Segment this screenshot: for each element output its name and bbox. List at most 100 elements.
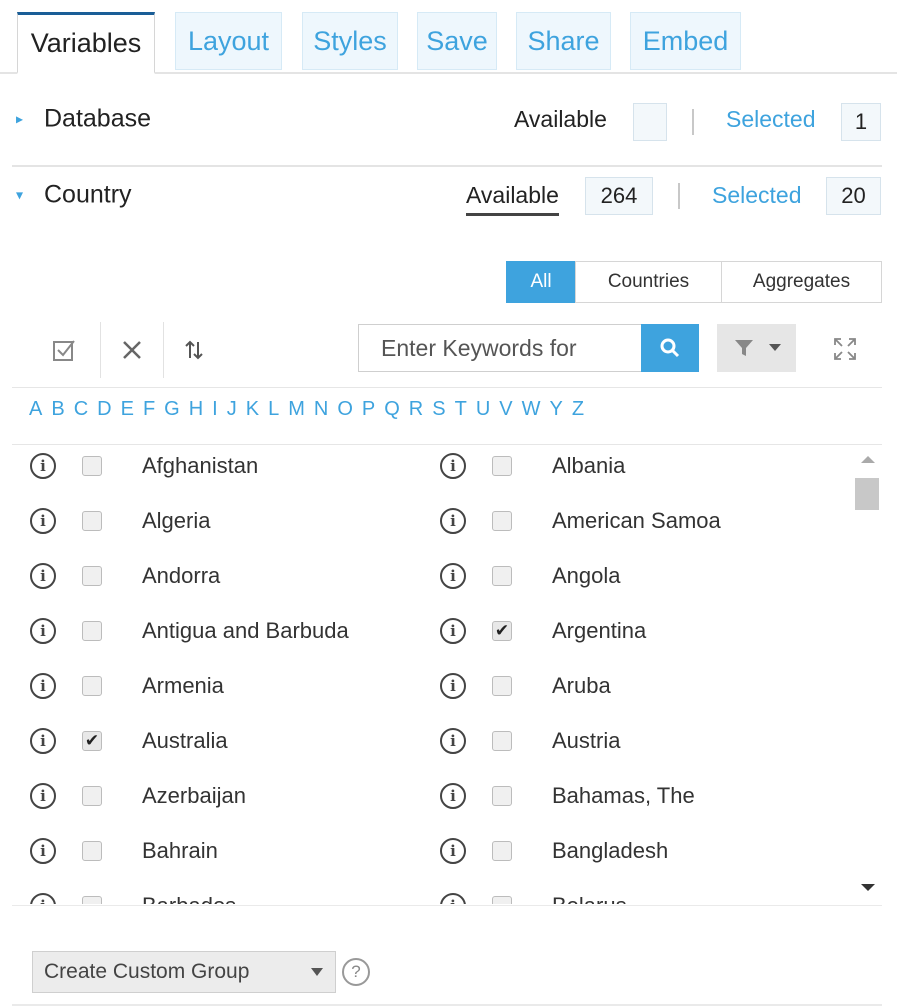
info-icon[interactable]: i [30, 618, 56, 644]
caret-right-icon[interactable]: ▸ [16, 111, 23, 128]
tab-styles[interactable]: Styles [302, 12, 398, 70]
database-section[interactable]: ▸ Database Available Selected 1 [12, 82, 882, 156]
select-all-icon[interactable] [44, 329, 84, 371]
alpha-letter-p[interactable]: P [362, 398, 375, 426]
info-icon[interactable]: i [30, 728, 56, 754]
list-item[interactable]: i Azerbaijan [30, 776, 410, 816]
alpha-letter-f[interactable]: F [143, 398, 155, 426]
country-checkbox[interactable] [492, 841, 512, 861]
country-checkbox[interactable] [82, 621, 102, 641]
country-checkbox[interactable] [492, 896, 512, 904]
alpha-letter-z[interactable]: Z [572, 398, 584, 426]
scroll-down-icon[interactable] [861, 884, 875, 891]
alpha-letter-k[interactable]: K [246, 398, 259, 426]
tab-embed[interactable]: Embed [630, 12, 741, 70]
list-item[interactable]: i Albania [440, 446, 820, 486]
alpha-letter-m[interactable]: M [288, 398, 305, 426]
alpha-letter-b[interactable]: B [51, 398, 64, 426]
alpha-letter-d[interactable]: D [97, 398, 111, 426]
info-icon[interactable]: i [30, 563, 56, 589]
list-item[interactable]: i Bangladesh [440, 831, 820, 871]
info-icon[interactable]: i [30, 508, 56, 534]
country-checkbox[interactable] [82, 786, 102, 806]
country-selected-label[interactable]: Selected [712, 182, 802, 209]
filter-countries-button[interactable]: Countries [575, 261, 722, 303]
info-icon[interactable]: i [440, 728, 466, 754]
country-checkbox[interactable]: ✔ [82, 731, 102, 751]
country-available-label[interactable]: Available [466, 182, 559, 216]
list-item[interactable]: i Bahrain [30, 831, 410, 871]
country-checkbox[interactable] [492, 786, 512, 806]
info-icon[interactable]: i [30, 783, 56, 809]
list-item[interactable]: i Austria [440, 721, 820, 761]
list-item[interactable]: i ✔ Argentina [440, 611, 820, 651]
filter-all-button[interactable]: All [506, 261, 576, 303]
scroll-up-icon[interactable] [861, 456, 875, 463]
alpha-letter-t[interactable]: T [455, 398, 467, 426]
alpha-letter-c[interactable]: C [74, 398, 88, 426]
alpha-letter-i[interactable]: I [212, 398, 218, 426]
alpha-letter-y[interactable]: Y [550, 398, 563, 426]
country-checkbox[interactable] [82, 566, 102, 586]
alpha-letter-s[interactable]: S [432, 398, 445, 426]
list-item[interactable]: i Andorra [30, 556, 410, 596]
expand-icon[interactable] [830, 334, 860, 364]
alpha-letter-q[interactable]: Q [384, 398, 400, 426]
alpha-letter-j[interactable]: J [227, 398, 237, 426]
tab-share[interactable]: Share [516, 12, 611, 70]
caret-down-icon[interactable]: ▾ [16, 187, 23, 204]
clear-icon[interactable] [112, 329, 152, 371]
country-checkbox[interactable] [492, 676, 512, 696]
list-item[interactable]: i Barbados [30, 886, 410, 904]
country-checkbox[interactable] [82, 896, 102, 904]
help-icon[interactable]: ? [342, 958, 370, 986]
sort-icon[interactable] [174, 329, 214, 371]
info-icon[interactable]: i [30, 453, 56, 479]
info-icon[interactable]: i [30, 673, 56, 699]
info-icon[interactable]: i [440, 453, 466, 479]
list-item[interactable]: i Afghanistan [30, 446, 410, 486]
country-section[interactable]: ▾ Country Available 264 Selected 20 [12, 158, 882, 232]
filter-dropdown-button[interactable] [717, 324, 796, 372]
info-icon[interactable]: i [440, 783, 466, 809]
country-checkbox[interactable] [492, 731, 512, 751]
country-checkbox[interactable] [82, 456, 102, 476]
alpha-letter-w[interactable]: W [522, 398, 541, 426]
alpha-letter-a[interactable]: A [29, 398, 42, 426]
tab-save[interactable]: Save [417, 12, 497, 70]
info-icon[interactable]: i [30, 893, 56, 904]
country-checkbox[interactable] [492, 511, 512, 531]
alpha-letter-l[interactable]: L [268, 398, 279, 426]
list-item[interactable]: i Antigua and Barbuda [30, 611, 410, 651]
filter-aggregates-button[interactable]: Aggregates [721, 261, 882, 303]
list-item[interactable]: i Aruba [440, 666, 820, 706]
country-checkbox[interactable] [492, 456, 512, 476]
search-input[interactable] [381, 334, 641, 362]
alpha-letter-n[interactable]: N [314, 398, 328, 426]
list-scrollbar[interactable] [855, 446, 881, 904]
database-selected-label[interactable]: Selected [726, 106, 816, 133]
info-icon[interactable]: i [30, 838, 56, 864]
tab-layout[interactable]: Layout [175, 12, 282, 70]
database-title[interactable]: Database [44, 105, 151, 134]
list-item[interactable]: i Bahamas, The [440, 776, 820, 816]
country-checkbox[interactable] [82, 676, 102, 696]
info-icon[interactable]: i [440, 838, 466, 864]
info-icon[interactable]: i [440, 893, 466, 904]
list-item[interactable]: i American Samoa [440, 501, 820, 541]
alpha-letter-g[interactable]: G [164, 398, 180, 426]
country-checkbox[interactable]: ✔ [492, 621, 512, 641]
list-item[interactable]: i Armenia [30, 666, 410, 706]
alpha-letter-v[interactable]: V [499, 398, 512, 426]
country-checkbox[interactable] [82, 841, 102, 861]
country-checkbox[interactable] [492, 566, 512, 586]
info-icon[interactable]: i [440, 618, 466, 644]
list-item[interactable]: i Angola [440, 556, 820, 596]
list-item[interactable]: i ✔ Australia [30, 721, 410, 761]
country-title[interactable]: Country [44, 181, 132, 210]
country-checkbox[interactable] [82, 511, 102, 531]
scroll-thumb[interactable] [855, 478, 879, 510]
info-icon[interactable]: i [440, 673, 466, 699]
alpha-letter-o[interactable]: O [337, 398, 353, 426]
alpha-letter-e[interactable]: E [121, 398, 134, 426]
